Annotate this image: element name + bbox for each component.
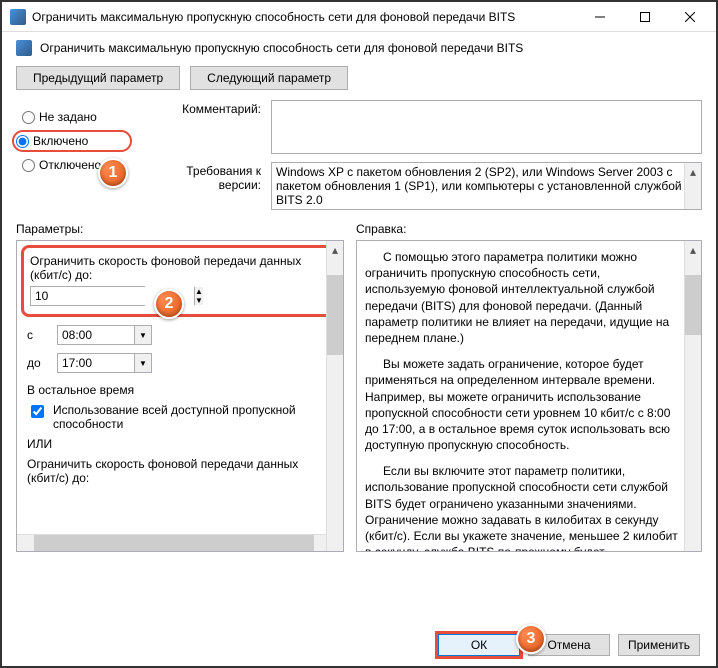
from-label: с — [27, 328, 47, 342]
from-time-value: 08:00 — [58, 326, 134, 344]
policy-header: Ограничить максимальную пропускную спосо… — [2, 32, 716, 60]
radio-enabled-label: Включено — [33, 134, 88, 148]
next-setting-button[interactable]: Следующий параметр — [190, 66, 348, 90]
app-icon — [10, 9, 26, 25]
requirements-label: Требования к версии: — [146, 162, 271, 192]
annotation-marker-3: 3 — [516, 624, 546, 654]
rate-limit-label: Ограничить скорость фоновой передачи дан… — [30, 254, 330, 282]
help-p3: Если вы включите этот параметр политики,… — [365, 463, 679, 552]
radio-not-configured[interactable]: Не задано — [18, 108, 132, 126]
annotation-marker-1: 1 — [98, 158, 128, 188]
requirements-text: Windows XP с пакетом обновления 2 (SP2),… — [272, 163, 701, 209]
radio-disabled-label: Отключено — [39, 158, 101, 172]
to-time-select[interactable]: 17:00▼ — [57, 353, 152, 373]
annotation-marker-2: 2 — [154, 289, 184, 319]
nav-row: Предыдущий параметр Следующий параметр — [2, 60, 716, 96]
help-vscrollbar[interactable]: ▴ — [684, 241, 701, 551]
help-panel: С помощью этого параметра политики можно… — [356, 240, 702, 552]
apply-button[interactable]: Применить — [618, 634, 700, 656]
titlebar: Ограничить максимальную пропускную спосо… — [2, 2, 716, 32]
use-all-bandwidth-label: Использование всей доступной пропускной … — [53, 403, 333, 431]
chevron-down-icon[interactable]: ▼ — [134, 354, 151, 372]
to-label: до — [27, 356, 47, 370]
use-all-bandwidth-checkbox[interactable]: Использование всей доступной пропускной … — [27, 403, 333, 431]
policy-icon — [16, 40, 32, 56]
spin-down-icon[interactable]: ▼ — [195, 296, 203, 305]
chevron-down-icon[interactable]: ▼ — [134, 326, 151, 344]
minimize-button[interactable] — [577, 3, 622, 31]
or-label: ИЛИ — [27, 437, 333, 451]
close-button[interactable] — [667, 3, 712, 31]
radio-enabled[interactable]: Включено — [12, 130, 132, 152]
comment-input[interactable] — [271, 100, 702, 154]
dialog-buttons: ОК Отмена Применить — [438, 634, 700, 656]
rate-limit2-label: Ограничить скорость фоновой передачи дан… — [27, 457, 333, 485]
window-title: Ограничить максимальную пропускную спосо… — [32, 10, 577, 24]
rate-limit-spinner[interactable]: ▲▼ — [30, 286, 145, 306]
ok-button[interactable]: ОК — [438, 634, 520, 656]
help-heading: Справка: — [356, 222, 406, 236]
spin-up-icon[interactable]: ▲ — [195, 287, 203, 296]
params-panel: Ограничить скорость фоновой передачи дан… — [16, 240, 344, 552]
help-p2: Вы можете задать ограничение, которое бу… — [365, 356, 679, 453]
maximize-button[interactable] — [622, 3, 667, 31]
params-vscrollbar[interactable]: ▴ — [326, 241, 343, 551]
help-text: С помощью этого параметра политики можно… — [357, 241, 701, 552]
from-time-select[interactable]: 08:00▼ — [57, 325, 152, 345]
other-time-label: В остальное время — [27, 383, 333, 397]
params-hscrollbar[interactable] — [17, 534, 326, 551]
requirements-scrollbar[interactable]: ▴ — [684, 163, 701, 209]
requirements-box: Windows XP с пакетом обновления 2 (SP2),… — [271, 162, 702, 210]
params-heading: Параметры: — [16, 222, 356, 236]
prev-setting-button[interactable]: Предыдущий параметр — [16, 66, 180, 90]
radio-not-configured-label: Не задано — [39, 110, 97, 124]
policy-title: Ограничить максимальную пропускную спосо… — [40, 41, 523, 55]
comment-label: Комментарий: — [146, 100, 271, 116]
to-time-value: 17:00 — [58, 354, 134, 372]
help-p1: С помощью этого параметра политики можно… — [365, 249, 679, 346]
